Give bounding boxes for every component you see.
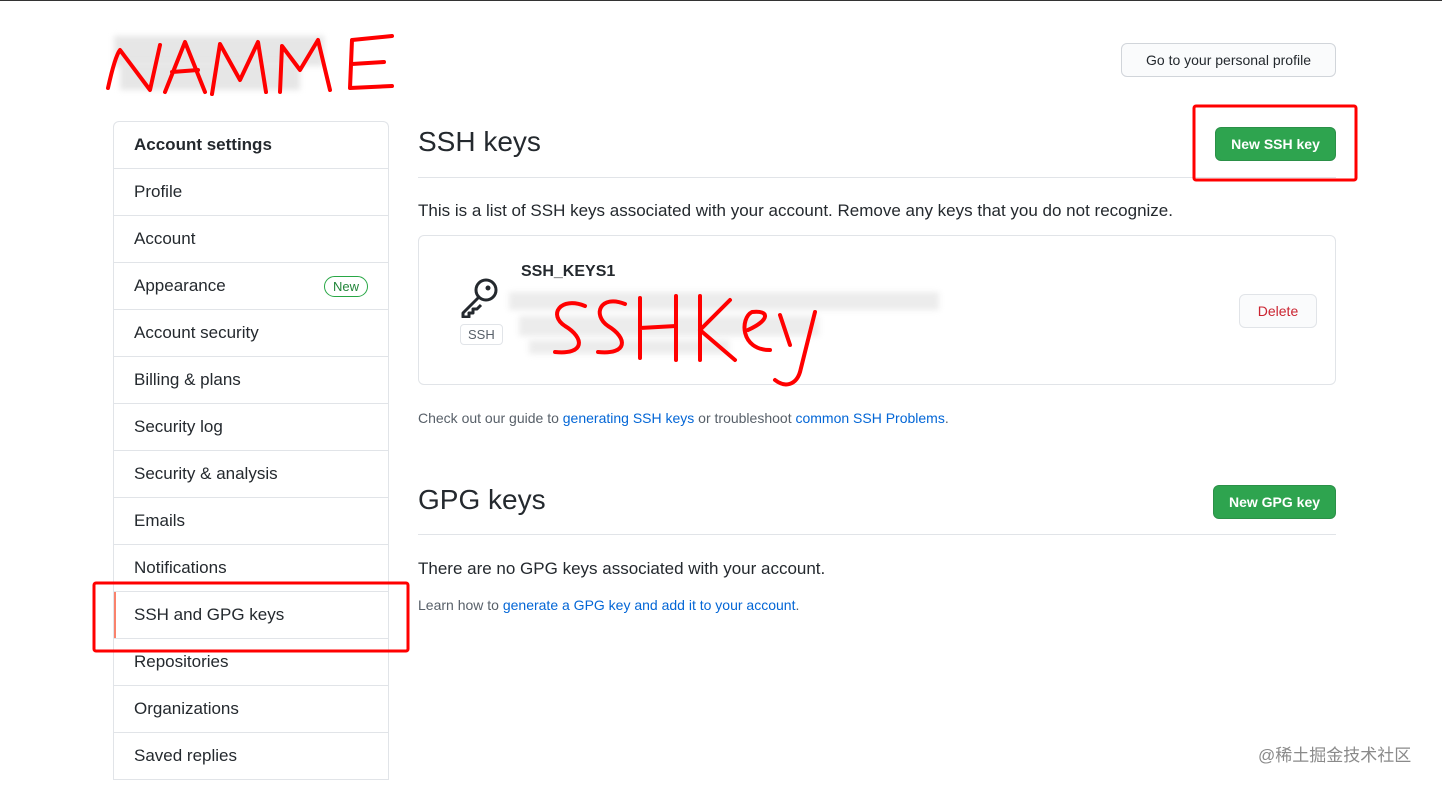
- sidebar-item-repositories[interactable]: Repositories: [114, 639, 388, 686]
- sidebar-heading: Account settings: [114, 122, 388, 169]
- ssh-key-name: SSH_KEYS1: [521, 263, 616, 280]
- generate-gpg-key-link[interactable]: generate a GPG key and add it to your ac…: [503, 597, 796, 613]
- common-ssh-problems-link[interactable]: common SSH Problems: [795, 410, 944, 426]
- generating-ssh-keys-link[interactable]: generating SSH keys: [563, 410, 695, 426]
- gpg-keys-title: GPG keys: [418, 484, 546, 515]
- sidebar-item-security-log[interactable]: Security log: [114, 404, 388, 451]
- new-badge: New: [323, 275, 368, 297]
- gpg-divider: [418, 534, 1336, 535]
- ssh-type-label: SSH: [460, 324, 503, 345]
- sidebar-item-account[interactable]: Account: [114, 216, 388, 263]
- gpg-empty-message: There are no GPG keys associated with yo…: [418, 559, 826, 578]
- sidebar-item-saved-replies[interactable]: Saved replies: [114, 733, 388, 780]
- key-icon: [461, 278, 498, 318]
- ssh-guide-text: Check out our guide to generating SSH ke…: [418, 410, 949, 426]
- sidebar-item-appearance[interactable]: Appearance New: [114, 263, 388, 310]
- sidebar-item-organizations[interactable]: Organizations: [114, 686, 388, 733]
- redacted-fingerprint: [509, 288, 949, 358]
- new-gpg-key-button[interactable]: New GPG key: [1213, 485, 1336, 519]
- sidebar-item-notifications[interactable]: Notifications: [114, 545, 388, 592]
- watermark: @稀土掘金技术社区: [1258, 746, 1412, 765]
- ssh-divider: [418, 177, 1336, 178]
- personal-profile-button[interactable]: Go to your personal profile: [1121, 43, 1336, 77]
- top-border: [0, 0, 1442, 1]
- sidebar-item-billing[interactable]: Billing & plans: [114, 357, 388, 404]
- ssh-description: This is a list of SSH keys associated wi…: [418, 201, 1173, 220]
- delete-ssh-key-button[interactable]: Delete: [1239, 294, 1317, 328]
- sidebar-item-account-security[interactable]: Account security: [114, 310, 388, 357]
- sidebar-item-emails[interactable]: Emails: [114, 498, 388, 545]
- ssh-keys-title: SSH keys: [418, 126, 541, 157]
- settings-sidebar: Account settings Profile Account Appeara…: [113, 121, 389, 780]
- new-ssh-key-button[interactable]: New SSH key: [1215, 127, 1336, 161]
- sidebar-item-profile[interactable]: Profile: [114, 169, 388, 216]
- sidebar-item-security-analysis[interactable]: Security & analysis: [114, 451, 388, 498]
- sidebar-item-ssh-gpg-keys[interactable]: SSH and GPG keys: [114, 592, 388, 639]
- gpg-learn-text: Learn how to generate a GPG key and add …: [418, 597, 800, 613]
- ssh-key-item: SSH SSH_KEYS1 Delete: [418, 235, 1336, 385]
- username-header: [106, 28, 406, 100]
